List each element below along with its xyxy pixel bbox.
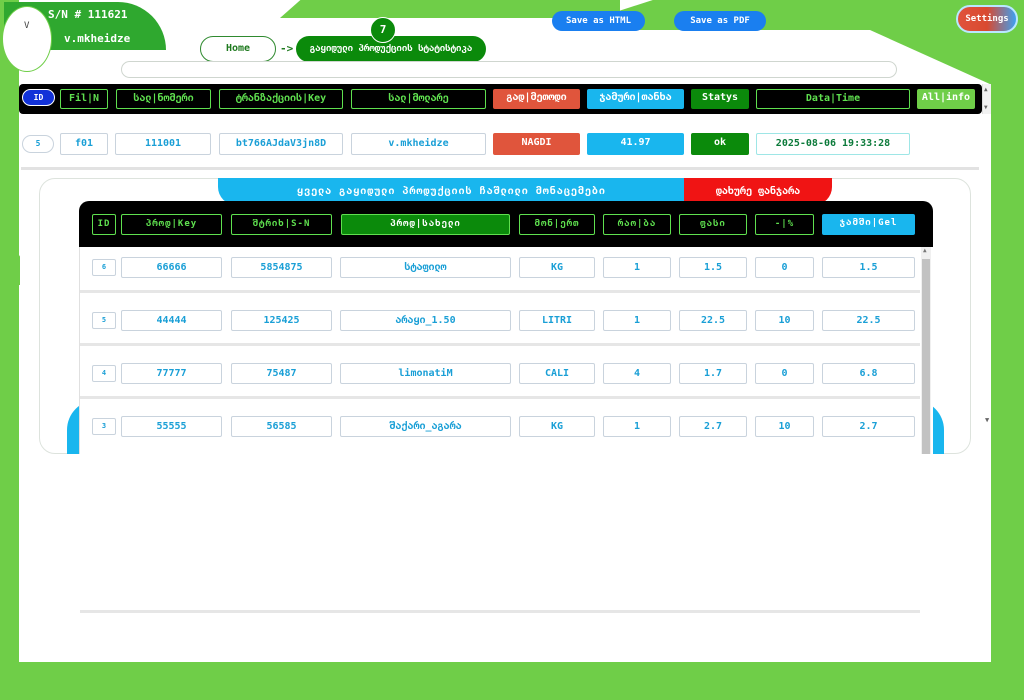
avatar-letter: V <box>24 21 30 31</box>
products-scroll-thumb[interactable] <box>922 259 930 454</box>
product-unit: LITRI <box>519 310 595 331</box>
products-header-prod-key[interactable]: პროდ|Key <box>121 214 222 235</box>
product-price: 2.7 <box>679 416 747 437</box>
header-scrollbar[interactable]: ▲ ▼ <box>982 84 991 114</box>
row-total: 41.97 <box>587 133 684 155</box>
row-file: f01 <box>60 133 108 155</box>
products-header-unit[interactable]: მონ|ერთ <box>519 214 595 235</box>
product-name: შაქარი_აგარა <box>340 416 511 437</box>
products-header-discount[interactable]: -|% <box>755 214 814 235</box>
product-key: 55555 <box>121 416 222 437</box>
product-unit: KG <box>519 257 595 278</box>
bg-band-bottom <box>0 662 1024 700</box>
product-id: 4 <box>92 365 116 382</box>
product-qty: 4 <box>603 363 671 384</box>
row-payment-method: NAGDI <box>493 133 580 155</box>
product-sum: 22.5 <box>822 310 915 331</box>
products-header-id[interactable]: ID <box>92 214 116 235</box>
products-header-price[interactable]: ფასი <box>679 214 747 235</box>
save-html-button[interactable]: Save as HTML <box>552 11 645 31</box>
product-sum: 6.8 <box>822 363 915 384</box>
step-badge: 7 <box>370 17 396 43</box>
row-cash-register: 111001 <box>115 133 211 155</box>
product-qty: 1 <box>603 310 671 331</box>
product-discount: 10 <box>755 416 814 437</box>
bg-band-left <box>0 0 19 700</box>
home-button[interactable]: Home <box>200 36 276 62</box>
product-discount: 0 <box>755 257 814 278</box>
header-payment-method[interactable]: გად|მეთოდი <box>493 89 580 109</box>
header-total[interactable]: ჯამური|თანხა <box>587 89 684 109</box>
product-discount: 0 <box>755 363 814 384</box>
scroll-up-icon[interactable]: ▲ <box>984 86 988 93</box>
page-scroll-down-icon[interactable]: ▼ <box>985 416 989 424</box>
product-discount: 10 <box>755 310 814 331</box>
user-name: v.mkheidze <box>64 32 131 45</box>
save-pdf-button[interactable]: Save as PDF <box>674 11 766 31</box>
product-sum: 2.7 <box>822 416 915 437</box>
header-file[interactable]: Fil|N <box>60 89 108 109</box>
header-cashier[interactable]: სალ|მოლარე <box>351 89 486 109</box>
product-unit: KG <box>519 416 595 437</box>
header-id[interactable]: ID <box>22 89 55 106</box>
product-price: 1.5 <box>679 257 747 278</box>
product-barcode: 56585 <box>231 416 332 437</box>
product-unit: CALI <box>519 363 595 384</box>
header-cash-register[interactable]: სალ|ნომერი <box>116 89 211 109</box>
product-id: 5 <box>92 312 116 329</box>
settings-button[interactable]: Settings <box>956 5 1018 33</box>
row-id[interactable]: 5 <box>22 135 54 153</box>
product-price: 1.7 <box>679 363 747 384</box>
products-header-barcode[interactable]: შტრიხ|S-N <box>231 214 332 235</box>
product-id: 3 <box>92 418 116 435</box>
product-name: არაყი_1.50 <box>340 310 511 331</box>
products-header-sum[interactable]: ჯამში|Gel <box>822 214 915 235</box>
row-cashier: v.mkheidze <box>351 133 486 155</box>
header-trans-key[interactable]: ტრანზაქციის|Key <box>219 89 343 109</box>
row-status: ok <box>691 133 749 155</box>
product-qty: 1 <box>603 416 671 437</box>
product-name: სტაფილო <box>340 257 511 278</box>
product-barcode: 125425 <box>231 310 332 331</box>
search-input[interactable] <box>121 61 897 78</box>
bg-band-right <box>991 0 1024 700</box>
breadcrumb-arrow: -> <box>280 42 294 55</box>
avatar[interactable]: V <box>2 6 52 72</box>
product-key: 77777 <box>121 363 222 384</box>
product-price: 22.5 <box>679 310 747 331</box>
serial-number: S/N # 111621 <box>48 8 128 21</box>
products-scroll-up-icon[interactable]: ▲ <box>923 247 927 254</box>
scroll-down-icon[interactable]: ▼ <box>984 104 988 111</box>
header-datetime[interactable]: Data|Time <box>756 89 910 109</box>
product-key: 66666 <box>121 257 222 278</box>
product-qty: 1 <box>603 257 671 278</box>
product-sum: 1.5 <box>822 257 915 278</box>
product-key: 44444 <box>121 310 222 331</box>
product-barcode: 5854875 <box>231 257 332 278</box>
products-header-prod-name[interactable]: პროდ|სახელი <box>341 214 510 235</box>
products-scrollbar[interactable]: ▲ <box>921 247 931 454</box>
header-status[interactable]: Statys <box>691 89 749 109</box>
product-name: limonatiM <box>340 363 511 384</box>
header-all-info[interactable]: All|info <box>917 89 975 109</box>
products-header-qty[interactable]: რაო|ბა <box>603 214 671 235</box>
product-barcode: 75487 <box>231 363 332 384</box>
product-id: 6 <box>92 259 116 276</box>
row-divider <box>21 167 979 170</box>
row-datetime: 2025-08-06 19:33:28 <box>756 133 910 155</box>
row-trans-key: bt766AJdaV3jn8D <box>219 133 343 155</box>
